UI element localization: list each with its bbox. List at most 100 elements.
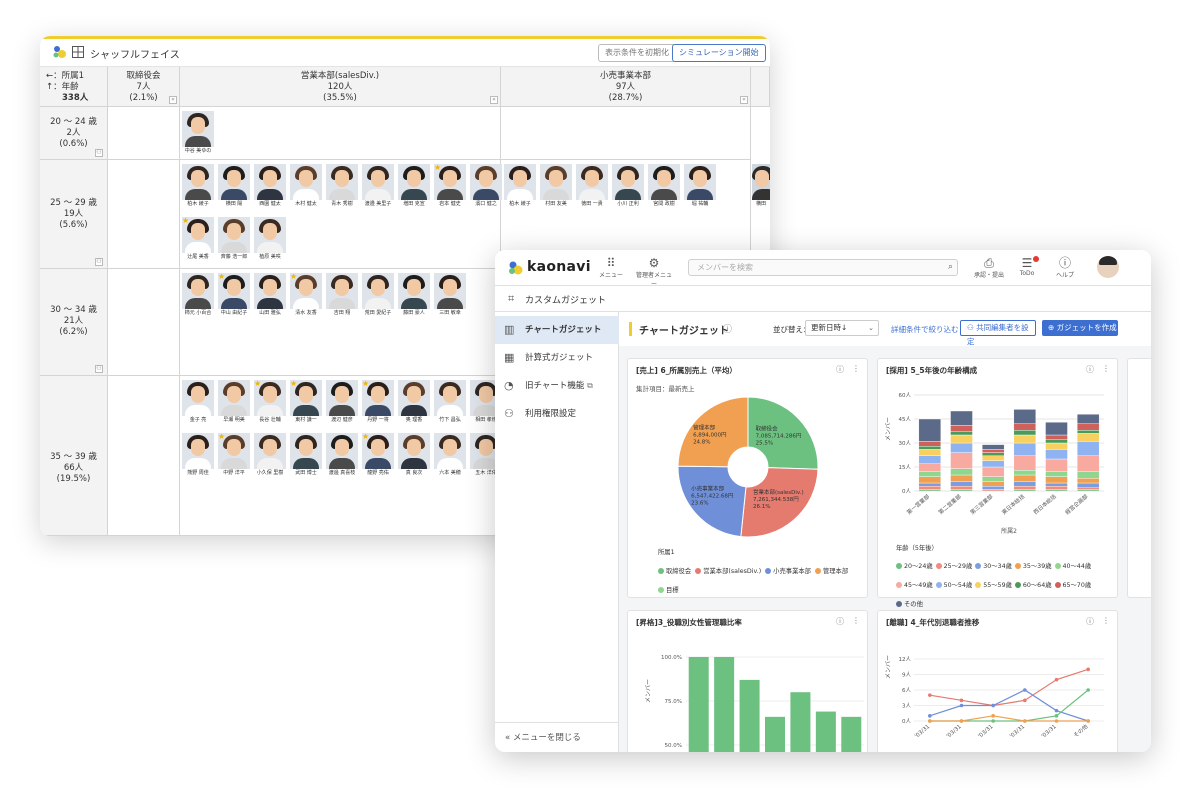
sidebar-item-old-chart[interactable]: ◔ 旧チャート機能 ⧉ <box>495 372 619 400</box>
legend-item[interactable]: 55～59歳 <box>975 580 1012 589</box>
row-header[interactable]: 35 ～ 39 歳 66人 (19.5%) <box>40 376 108 536</box>
employee-photo[interactable]: 横田 <box>752 164 770 208</box>
employee-photo[interactable]: 柏木 綾子 <box>504 164 536 208</box>
employee-photo[interactable]: 中谷 美ゆの <box>182 111 214 155</box>
more-vertical-icon[interactable]: ⋮ <box>852 616 860 625</box>
employee-photo[interactable]: 竹下 昌弘 <box>434 380 466 424</box>
employee-photo[interactable]: 青木 秀樹 <box>326 164 358 208</box>
filter-link[interactable]: 詳細条件で絞り込む <box>891 324 959 335</box>
menu-button[interactable]: ⠿ メニュー <box>595 256 627 284</box>
info-icon[interactable]: ⓘ <box>1086 616 1094 627</box>
legend-item[interactable]: 管理本部 <box>814 566 848 575</box>
legend-item[interactable]: 35～39歳 <box>1014 561 1052 570</box>
row-header[interactable]: 20 ～ 24 歳 2人 (0.6%) ⚇ <box>40 107 108 160</box>
legend-item[interactable]: 25～29歳 <box>935 561 972 570</box>
legend-item[interactable]: 小売事業本部 <box>765 566 811 575</box>
employee-photo[interactable]: ★ 龍野 亮佑 <box>362 433 394 477</box>
sidebar-item-chart-gadget[interactable]: ▥ チャートガジェット <box>495 316 619 344</box>
employee-photo[interactable]: ★ 東村 謙一 <box>290 380 322 424</box>
employee-photo[interactable]: 徳田 一貴 <box>576 164 608 208</box>
legend-item[interactable]: 45～49歳 <box>896 580 933 589</box>
search-icon[interactable]: ⌕ <box>948 260 953 275</box>
sidebar-item-formula-gadget[interactable]: ▦ 計算式ガジェット <box>495 344 619 372</box>
info-icon[interactable]: ⓘ <box>836 364 844 375</box>
row-header[interactable]: 30 ～ 34 歳 21人 (6.2%) ⚇ <box>40 269 108 376</box>
employee-photo[interactable]: 三田 敏幸 <box>434 273 466 317</box>
employee-photo[interactable]: 濱口 健之 <box>470 164 502 208</box>
reset-conditions-button[interactable]: 表示条件を初期化 <box>598 44 676 62</box>
start-simulation-button[interactable]: シミュレーション開始 <box>672 44 766 62</box>
column-header[interactable]: 取締役会 7人 (2.1%) « <box>108 67 180 107</box>
gadget-card-partial[interactable] <box>1127 358 1151 598</box>
column-header[interactable]: 小売事業本部 97人 (28.7%) « <box>501 67 751 107</box>
employee-photo[interactable]: ★ 辻尾 美香 <box>182 217 214 261</box>
employee-photo[interactable]: 奥 理香 <box>398 380 430 424</box>
employee-photo[interactable]: 山田 雅弘 <box>254 273 286 317</box>
more-vertical-icon[interactable]: ⋮ <box>1102 616 1110 625</box>
legend-item[interactable]: 目標 <box>658 585 679 594</box>
employee-photo[interactable]: ★ 清水 友香 <box>290 273 322 317</box>
employee-photo[interactable]: ★ 岩本 健史 <box>434 164 466 208</box>
employee-photo[interactable]: 渡辺 健彦 <box>326 380 358 424</box>
more-vertical-icon[interactable]: ⋮ <box>1102 364 1110 373</box>
employee-photo[interactable]: 六本 美穂 <box>434 433 466 477</box>
employee-photo[interactable]: 真 良次 <box>398 433 430 477</box>
column-header[interactable]: 営業本部(salesDiv.) 120人 (35.5%) « <box>180 67 501 107</box>
collapse-icon[interactable]: « <box>740 96 748 104</box>
employee-photo[interactable]: 熊野 周佳 <box>182 433 214 477</box>
employee-photo[interactable]: 早瀬 明美 <box>218 380 250 424</box>
member-search-input[interactable]: メンバーを検索 ⌕ <box>688 259 958 276</box>
employee-photo[interactable]: ★ 長谷 壮輔 <box>254 380 286 424</box>
legend-item[interactable]: 50～54歳 <box>935 580 972 589</box>
gadget-card-sales[interactable]: [売上] 6_所属別売上（平均） ⓘ ⋮ 集計項目：最新売上 取締役会 7,085… <box>627 358 868 598</box>
collapse-icon[interactable]: « <box>169 96 177 104</box>
employee-photo[interactable]: 斉藤 浩一郎 <box>218 217 250 261</box>
person-icon[interactable]: ⚇ <box>95 365 103 373</box>
employee-photo[interactable]: 植原 美咲 <box>254 217 286 261</box>
sort-select[interactable]: 更新日時↓ ⌄ <box>805 320 879 336</box>
approval-button[interactable]: ⎙ 承認・提出 <box>973 256 1005 284</box>
employee-photo[interactable]: 木村 健太 <box>290 164 322 208</box>
legend-item[interactable]: 40～44歳 <box>1054 561 1091 570</box>
employee-photo[interactable]: 堀 祐輔 <box>684 164 716 208</box>
gadget-card-turnover[interactable]: [離職] 4_年代別退職者推移 ⓘ ⋮ 0人 3人 6人 9人 12人 メンバー '03/3… <box>877 610 1118 752</box>
employee-photo[interactable]: 渡邉 美里子 <box>362 164 394 208</box>
employee-photo[interactable]: 増田 克宣 <box>398 164 430 208</box>
employee-photo[interactable]: 柿元 小百合 <box>182 273 214 317</box>
employee-photo[interactable]: 荒田 愛紀子 <box>362 273 394 317</box>
employee-photo[interactable]: 村田 友美 <box>540 164 572 208</box>
sidebar-item-permissions[interactable]: ⚇ 利用権限設定 <box>495 400 619 428</box>
employee-photo[interactable]: 吉田 翔 <box>326 273 358 317</box>
person-icon[interactable]: ⚇ <box>95 149 103 157</box>
legend-item[interactable]: 20～24歳 <box>896 561 933 570</box>
legend-item[interactable]: 65～70歳 <box>1054 580 1091 589</box>
collapse-icon[interactable]: « <box>490 96 498 104</box>
todo-button[interactable]: ☰ ToDo <box>1011 256 1043 284</box>
info-icon[interactable]: ⓘ <box>836 616 844 627</box>
info-icon[interactable]: ⓘ <box>1086 364 1094 375</box>
employee-photo[interactable]: ★ 中山 由紀子 <box>218 273 250 317</box>
legend-item[interactable]: 30～34歳 <box>975 561 1012 570</box>
employee-photo[interactable]: 宮間 政樹 <box>648 164 680 208</box>
employee-photo[interactable]: 藤田 豪人 <box>398 273 430 317</box>
employee-photo[interactable]: 金子 亮 <box>182 380 214 424</box>
employee-photo[interactable]: 渡邊 真喜枝 <box>326 433 358 477</box>
help-icon[interactable]: ⓘ <box>723 322 732 335</box>
employee-photo[interactable]: ★ 中野 洋平 <box>218 433 250 477</box>
employee-photo[interactable]: 柏木 綾子 <box>182 164 214 208</box>
legend-item[interactable]: 営業本部(salesDiv.) <box>695 566 761 575</box>
employee-photo[interactable]: 横田 陽 <box>218 164 250 208</box>
legend-item[interactable]: 60～64歳 <box>1014 580 1052 589</box>
row-header[interactable]: 25 ～ 29 歳 19人 (5.6%) ⚇ <box>40 160 108 269</box>
legend-item[interactable]: その他 <box>896 599 923 608</box>
employee-photo[interactable]: 小川 正利 <box>612 164 644 208</box>
help-button[interactable]: ⓘ ヘルプ <box>1049 256 1081 284</box>
avatar[interactable] <box>1097 256 1119 278</box>
admin-menu-button[interactable]: ⚙ 管理者メニュー <box>635 256 673 288</box>
share-editors-button[interactable]: ⚇ 共同編集者を設定 <box>960 320 1036 346</box>
legend-item[interactable]: 取締役会 <box>658 566 691 575</box>
employee-photo[interactable]: 小久保 里樹 <box>254 433 286 477</box>
gadget-card-female-managers[interactable]: [昇格]3_役職別女性管理職比率 ⓘ ⋮ 25.0%50.0%75.0%100.… <box>627 610 868 752</box>
gadget-card-age[interactable]: [採用] 5_5年後の年齢構成 ⓘ ⋮ 0人 15人 30人 45人 60人 メンバー 第一… <box>877 358 1118 608</box>
close-menu-button[interactable]: « メニューを閉じる <box>495 722 619 752</box>
